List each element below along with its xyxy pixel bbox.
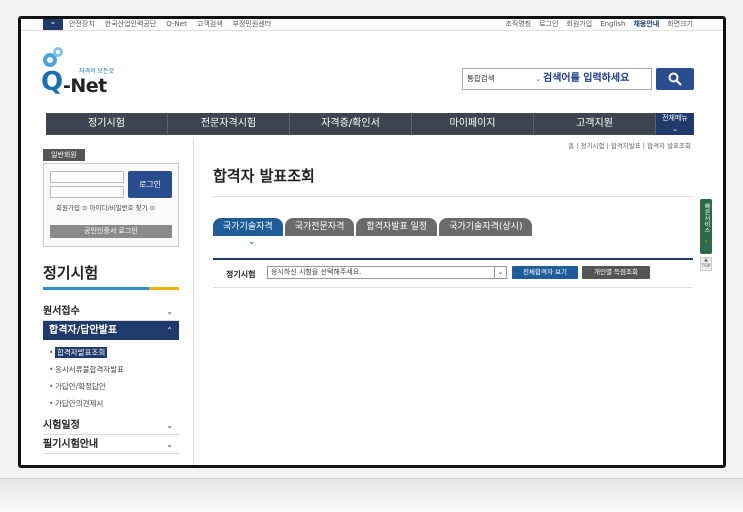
login-box: 로그인 회원가입 ⊙ 아이디/비밀번호 찾기 ⊙ 공인인증서 로그인 xyxy=(43,163,179,247)
submenu-label: 합격자발표조회 xyxy=(55,347,108,358)
gnb-item[interactable]: 정기시험 xyxy=(46,113,168,135)
logo-net: -Net xyxy=(63,75,107,97)
sidebar-item-application[interactable]: 원서접수 ⌄ xyxy=(43,302,179,321)
view-all-passers-button[interactable]: 전체합격자 보기 xyxy=(512,266,578,279)
logo-ring-small-icon xyxy=(53,47,63,57)
content-tabs: 국가기술자격 국가전문자격 합격자발표 일정 국가기술자격(상시) xyxy=(213,218,533,236)
util-link-highlight[interactable]: 채용안내 xyxy=(633,19,659,29)
quick-service-button[interactable]: 빠른서비스 ‹ xyxy=(700,199,712,254)
logo-tagline: 자격의 모든것 xyxy=(79,68,115,75)
submenu-item-answer-opinion[interactable]: • 가답안의견제시 xyxy=(49,395,179,412)
sidebar-item-label: 필기시험안내 xyxy=(43,439,99,450)
sidebar-item-label: 원서접수 xyxy=(43,306,80,317)
util-link[interactable]: 회원가입 xyxy=(566,19,592,29)
search-input[interactable]: 검색어를 입력하세요 xyxy=(543,69,651,89)
exam-select-value: 응시하신 시험을 선택해주세요. xyxy=(271,268,362,276)
chevron-down-icon: ⌄ xyxy=(166,421,173,430)
sidebar-title: 정기시험 xyxy=(43,264,99,282)
gnb-item[interactable]: 자격증/확인서 xyxy=(290,113,412,135)
utility-right-links: 조직명칭 로그인 회원가입 English 채용안내 화면크기 xyxy=(505,19,693,29)
search-button[interactable] xyxy=(656,68,694,90)
tab-national-technical-regular[interactable]: 국가기술자격(상시) xyxy=(439,218,533,236)
title-divider xyxy=(213,196,693,197)
all-menu-label: 전체메뉴 xyxy=(662,114,688,122)
chevron-down-icon: ⌄ xyxy=(672,125,678,133)
sidebar-menu: 원서접수 ⌄ 합격자/답안발표 ⌃ • 합격자발표조회 • 응시서류불합격자발표 •… xyxy=(43,302,179,454)
search-icon xyxy=(668,72,682,86)
submenu-label: 가답안의견제시 xyxy=(55,399,104,408)
submenu-item-document-fail[interactable]: • 응시서류불합격자발표 xyxy=(49,361,179,378)
sidebar-item-label: 시험일정 xyxy=(43,420,80,431)
util-link[interactable]: Q-Net xyxy=(166,19,187,29)
tab-underline xyxy=(213,258,693,260)
logo-q: Q xyxy=(41,67,64,97)
gnb-item[interactable]: 고객지원 xyxy=(534,113,656,135)
gnb-item[interactable]: 마이페이지 xyxy=(412,113,534,135)
search-box: 통합검색 ⌄ 검색어를 입력하세요 xyxy=(462,68,652,90)
util-link[interactable]: 부정민원센터 xyxy=(233,19,272,29)
chevron-down-icon: ⌄ xyxy=(535,75,541,83)
cert-login-button[interactable]: 공인인증서 로그인 xyxy=(50,225,172,238)
chevron-up-icon: ⌃ xyxy=(166,326,173,335)
login-links[interactable]: 회원가입 ⊙ 아이디/비밀번호 찾기 ⊙ xyxy=(56,202,155,212)
active-tab-chevron-icon: ⌄ xyxy=(248,237,256,247)
password-field[interactable] xyxy=(50,186,124,198)
browser-frame: ⌄ 안전장치 한국산업인력공단 Q-Net 고객검색 부정민원센터 조직명칭 로… xyxy=(18,16,726,468)
top-label: TOP xyxy=(701,264,711,269)
exam-select[interactable]: 응시하신 시험을 선택해주세요. ⌄ xyxy=(267,266,507,279)
util-link[interactable]: 고객검색 xyxy=(197,19,223,29)
utility-toggle-button[interactable]: ⌄ xyxy=(43,19,63,30)
qnet-logo[interactable]: Q 자격의 모든것 -Net xyxy=(41,47,121,97)
util-link[interactable]: English xyxy=(600,19,625,29)
tab-results-schedule[interactable]: 합격자발표 일정 xyxy=(356,218,438,236)
util-link[interactable]: 한국산업인력공단 xyxy=(105,19,157,29)
tab-national-technical[interactable]: 국가기술자격 xyxy=(213,218,283,236)
page-bottom-area xyxy=(0,478,743,512)
search-scope-label: 통합검색 xyxy=(467,74,495,83)
chevron-down-icon: ⌄ xyxy=(166,307,173,316)
personal-score-button[interactable]: 개인별 득점조회 xyxy=(582,266,650,279)
chevron-down-icon: ⌄ xyxy=(166,440,173,449)
breadcrumb: 홈 | 정기시험 | 합격자발표 | 합격자 발표조회 xyxy=(568,142,691,150)
utility-bar: ⌄ 안전장치 한국산업인력공단 Q-Net 고객검색 부정민원센터 조직명칭 로… xyxy=(21,19,723,31)
submenu-label: 가답안/확정답안 xyxy=(55,382,106,391)
all-menu-button[interactable]: 전체메뉴 ⌄ xyxy=(656,113,694,135)
sidebar-item-results[interactable]: 합격자/답안발표 ⌃ xyxy=(43,321,179,340)
sidebar-submenu: • 합격자발표조회 • 응시서류불합격자발표 • 가답안/확정답안 • 가답안의견제시 xyxy=(43,340,179,416)
search-scope-select[interactable]: 통합검색 ⌄ xyxy=(467,69,541,89)
top-button[interactable]: ▲ TOP xyxy=(700,257,712,271)
chevron-left-icon: ‹ xyxy=(704,238,708,245)
sidebar-item-written-exam[interactable]: 필기시험안내 ⌄ xyxy=(43,435,179,454)
member-tab[interactable]: 일반회원 xyxy=(43,149,85,161)
page-title: 합격자 발표조회 xyxy=(213,167,315,185)
quick-service-label: 빠른서비스 xyxy=(703,203,710,233)
submenu-label: 응시서류불합격자발표 xyxy=(55,365,124,374)
id-field[interactable] xyxy=(50,171,124,183)
submenu-item-answers[interactable]: • 가답안/확정답안 xyxy=(49,378,179,395)
sidebar-title-underline xyxy=(43,287,179,290)
submenu-item-results-lookup[interactable]: • 합격자발표조회 xyxy=(49,344,179,361)
sidebar-item-label: 합격자/답안발표 xyxy=(49,325,118,336)
utility-left-links: 안전장치 한국산업인력공단 Q-Net 고객검색 부정민원센터 xyxy=(69,19,271,29)
util-link[interactable]: 로그인 xyxy=(539,19,558,29)
filter-label: 정기시험 xyxy=(226,270,256,279)
gnb-item[interactable]: 전문자격시험 xyxy=(168,113,290,135)
util-link[interactable]: 안전장치 xyxy=(69,19,95,29)
login-button[interactable]: 로그인 xyxy=(128,171,172,198)
util-link[interactable]: 조직명칭 xyxy=(505,19,531,29)
sidebar-item-schedule[interactable]: 시험일정 ⌄ xyxy=(43,416,179,435)
tab-national-professional[interactable]: 국가전문자격 xyxy=(284,218,355,236)
util-link[interactable]: 화면크기 xyxy=(667,19,693,29)
global-nav: 정기시험 전문자격시험 자격증/확인서 마이페이지 고객지원 전체메뉴 ⌄ xyxy=(46,113,694,135)
filter-divider xyxy=(213,287,693,288)
sidebar-divider xyxy=(193,139,194,465)
chevron-down-icon: ⌄ xyxy=(494,267,506,278)
